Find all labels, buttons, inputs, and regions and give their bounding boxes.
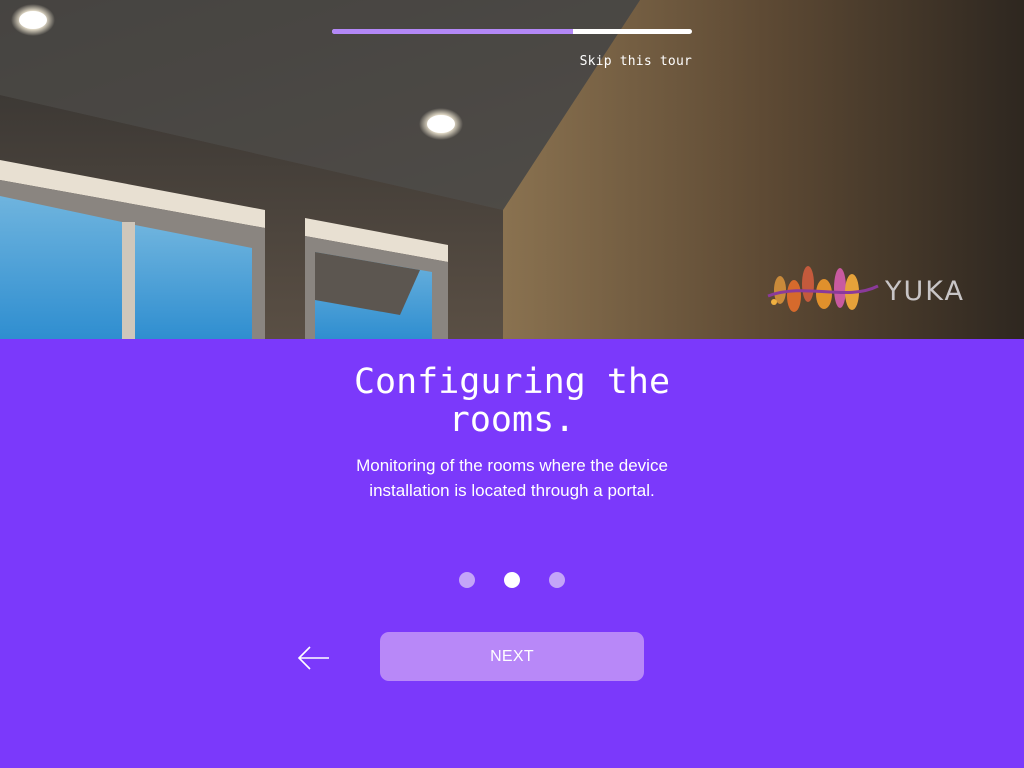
tour-progress-fill [332, 29, 574, 34]
skip-tour-link[interactable]: Skip this tour [580, 54, 692, 69]
tour-slide: Configuring the rooms. Monitoring of the… [0, 339, 1024, 768]
next-button[interactable]: NEXT [380, 632, 644, 681]
pagination-dot[interactable] [549, 572, 565, 588]
brand-name: YUKA [885, 276, 965, 307]
pagination-dot[interactable] [459, 572, 475, 588]
slide-description: Monitoring of the rooms where the device… [356, 456, 668, 500]
pagination-dot[interactable] [504, 572, 520, 588]
arrow-left-icon[interactable] [296, 645, 332, 671]
tour-progress-bar [332, 29, 692, 34]
slide-title: Configuring the rooms. [353, 362, 671, 440]
hero-image: Skip this tour YUKA [0, 0, 1024, 339]
pagination-dots [459, 572, 569, 588]
